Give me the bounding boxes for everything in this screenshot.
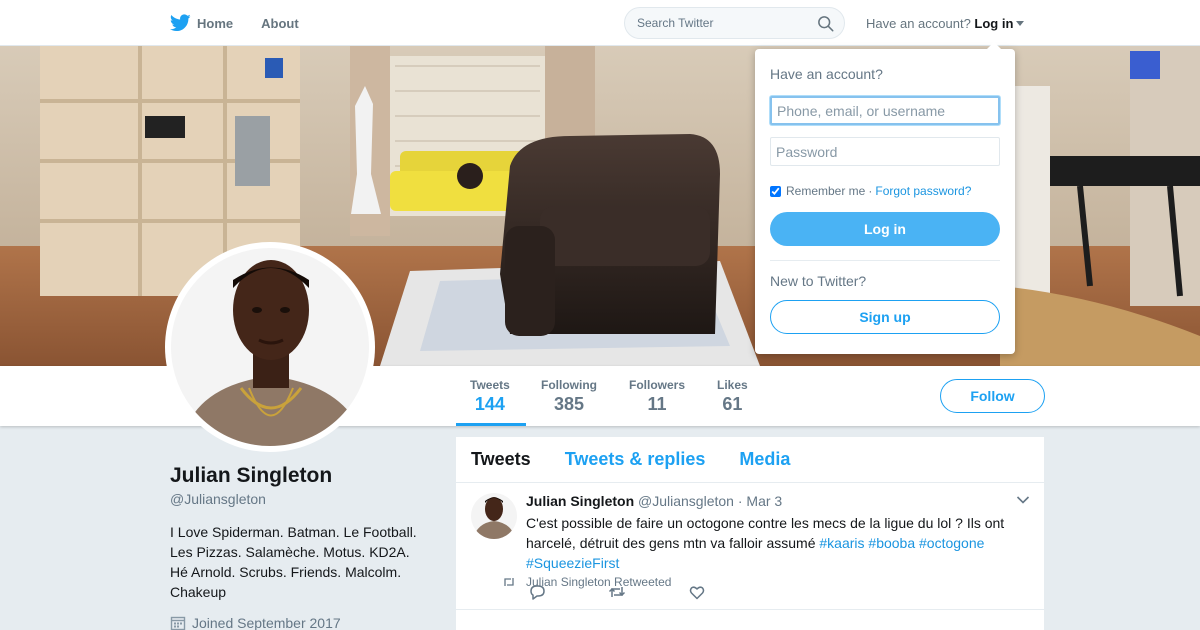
stat-likes-label: Likes [717, 378, 748, 392]
tweet-author-handle[interactable]: @Juliansgleton [638, 493, 734, 509]
follow-button[interactable]: Follow [940, 379, 1045, 413]
hashtag-link[interactable]: #booba [868, 535, 915, 551]
tweet[interactable]: Julian Singleton @Juliansgleton · Mar 3 … [456, 483, 1044, 610]
profile-avatar[interactable] [165, 242, 375, 452]
have-account-label: Have an account? [866, 16, 971, 31]
chevron-down-icon[interactable] [1016, 495, 1030, 505]
stat-tweets-value: 144 [474, 394, 505, 414]
remember-separator: · [868, 184, 873, 198]
nav-about-label: About [261, 15, 299, 31]
timeline-tabs: Tweets Tweets & replies Media [456, 437, 1044, 483]
search-box [624, 7, 845, 39]
retweeted-label[interactable]: Julian Singleton Retweeted [526, 575, 671, 589]
hashtag-link[interactable]: #SqueezieFirst [526, 555, 619, 571]
forgot-password-link[interactable]: Forgot password? [875, 184, 971, 198]
caret-down-icon [1016, 21, 1025, 26]
tab-tweets-and-replies[interactable]: Tweets & replies [565, 449, 706, 470]
password-field[interactable] [770, 137, 1000, 166]
retweeted-context: Julian Singleton Retweeted [502, 575, 671, 589]
login-dropdown-toggle[interactable]: Have an account? Log in [866, 16, 1025, 31]
hashtag-link[interactable]: #octogone [919, 535, 984, 551]
stat-followers-label: Followers [629, 378, 686, 392]
stat-tweets-label: Tweets [470, 378, 510, 392]
login-link-label: Log in [974, 16, 1014, 31]
search-icon[interactable] [817, 15, 834, 32]
tab-tweets[interactable]: Tweets [471, 449, 531, 470]
nav-home-label: Home [197, 15, 234, 31]
stat-tweets[interactable]: Tweets 144 [470, 378, 510, 415]
stat-followers[interactable]: Followers 11 [629, 378, 685, 415]
avatar-image [171, 248, 369, 446]
stat-likes[interactable]: Likes 61 [717, 378, 748, 415]
tweet-text: C'est possible de faire un octogone cont… [526, 513, 1031, 573]
tweet-avatar-image [471, 493, 517, 539]
stat-following[interactable]: Following 385 [541, 378, 597, 415]
stat-following-value: 385 [553, 394, 585, 414]
new-to-twitter-label: New to Twitter? [770, 273, 867, 289]
dropdown-divider [770, 260, 1000, 261]
twitter-bird-icon [170, 14, 191, 32]
stat-followers-value: 11 [647, 394, 667, 414]
signup-button[interactable]: Sign up [770, 300, 1000, 334]
nav-about-link[interactable]: About [261, 16, 299, 31]
tweet-header: Julian Singleton @Juliansgleton · Mar 3 [526, 493, 782, 509]
tab-media[interactable]: Media [739, 449, 790, 470]
username-field[interactable] [770, 96, 1000, 125]
stat-following-label: Following [541, 378, 597, 392]
remember-row: Remember me · Forgot password? [770, 184, 971, 198]
remember-me-checkbox[interactable] [770, 185, 781, 197]
profile-bio: I Love Spiderman. Batman. Le Football. L… [170, 524, 417, 600]
calendar-icon [170, 616, 186, 630]
profile-handle[interactable]: @Juliansgleton [170, 491, 266, 507]
login-dropdown: Have an account? Remember me · Forgot pa… [755, 42, 1015, 354]
search-input[interactable] [637, 8, 812, 38]
stat-likes-value: 61 [722, 394, 743, 414]
tweet-author-name[interactable]: Julian Singleton [526, 493, 634, 509]
joined-label: Joined September 2017 [192, 615, 341, 630]
tweet-dot-separator: · [737, 493, 743, 509]
active-stat-indicator [456, 423, 526, 426]
heart-icon[interactable] [688, 583, 706, 601]
retweet-icon [504, 578, 514, 586]
tweet-avatar[interactable] [471, 493, 517, 539]
remember-me-label[interactable]: Remember me [786, 184, 865, 198]
profile-name[interactable]: Julian Singleton [170, 464, 332, 488]
login-button[interactable]: Log in [770, 212, 1000, 246]
profile-joined: Joined September 2017 [170, 615, 341, 630]
top-navigation: Home About Have an account? Log in [0, 0, 1200, 46]
hashtag-link[interactable]: #kaaris [819, 535, 864, 551]
tweet-date[interactable]: Mar 3 [746, 493, 782, 509]
nav-links: Home About [170, 0, 327, 46]
timeline: Tweets Tweets & replies Media Julian Sin… [456, 437, 1044, 630]
nav-home-link[interactable]: Home [170, 14, 233, 32]
login-dropdown-title: Have an account? [770, 66, 883, 82]
